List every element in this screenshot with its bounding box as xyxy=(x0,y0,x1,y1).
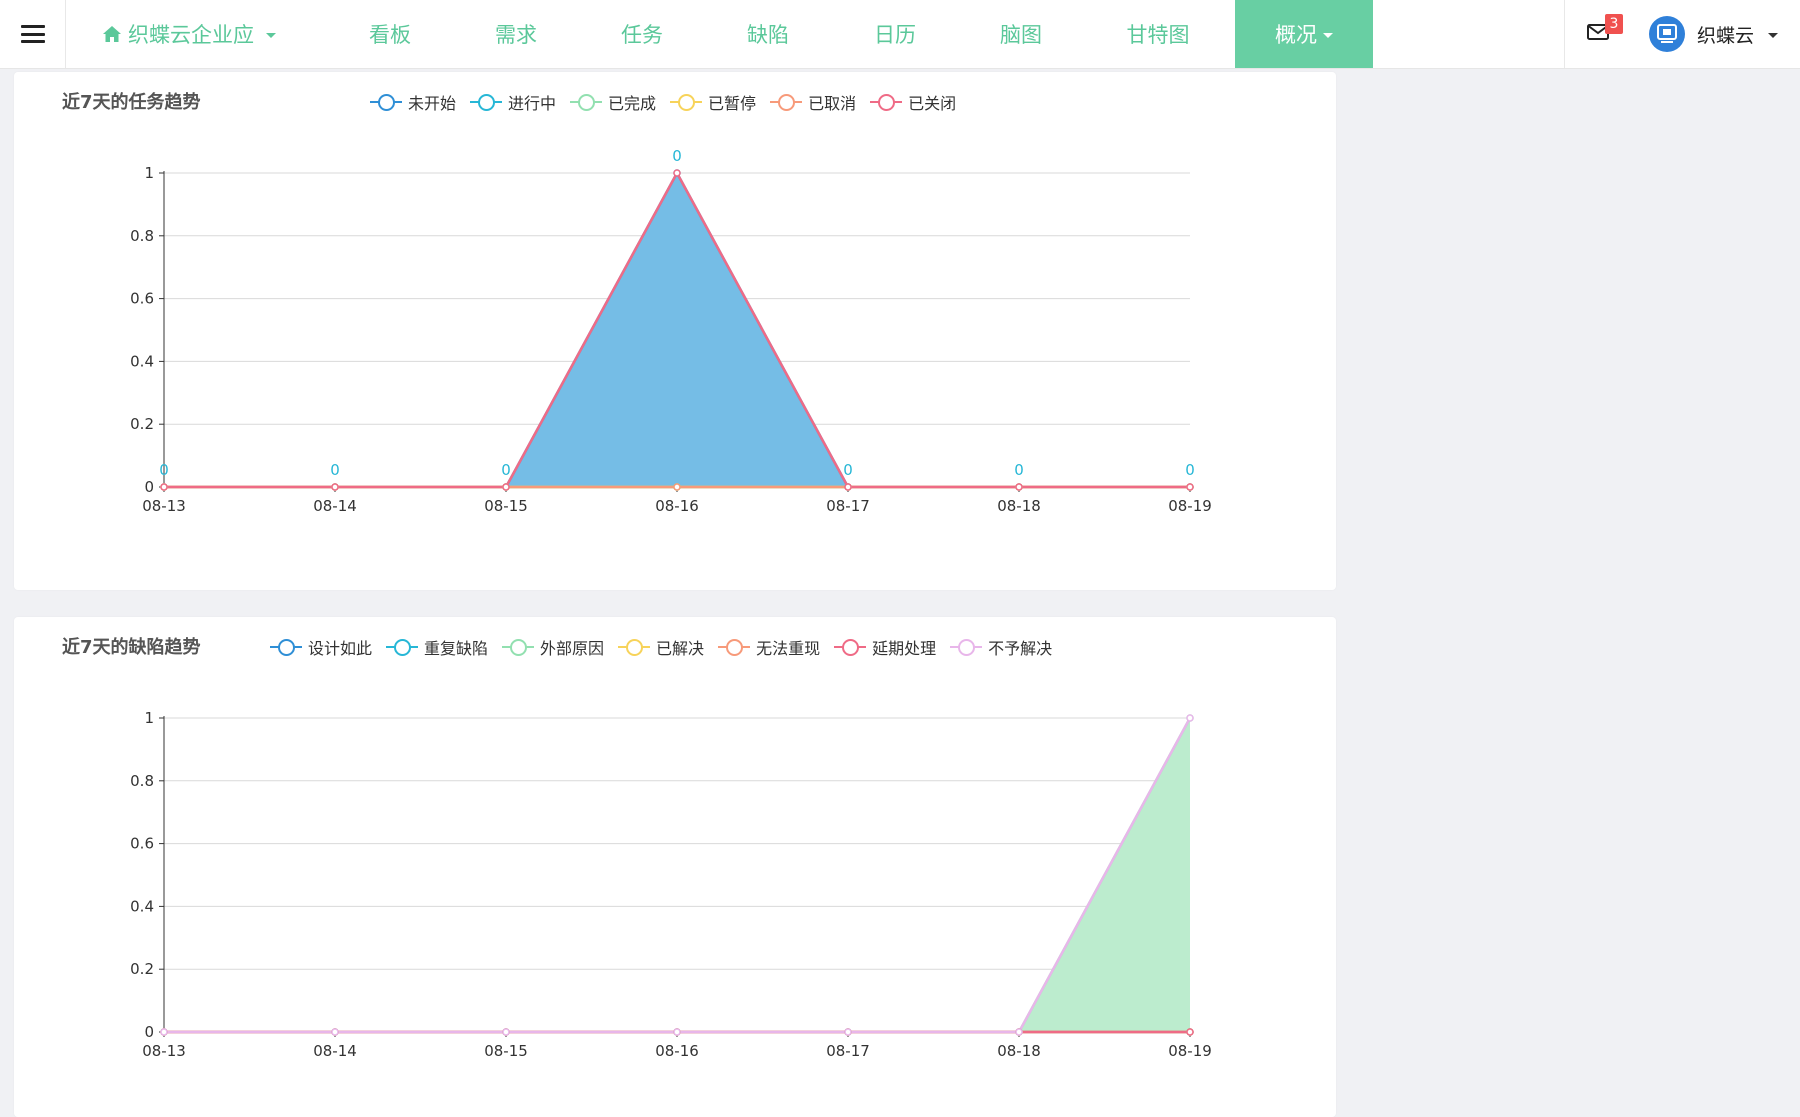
defect-trend-card: 近7天的缺陷趋势 设计如此 重复缺陷 外部原因 已解决 无法重现 延期处理 不予解决 0 0.… xyxy=(14,617,1336,1117)
hamburger-icon xyxy=(20,25,45,43)
x-tick-label: 08-19 xyxy=(1168,1042,1212,1060)
data-label: 0 xyxy=(1014,461,1024,479)
x-tick-label: 08-17 xyxy=(826,497,870,515)
data-point xyxy=(844,1028,852,1036)
y-tick-label: 0 xyxy=(144,478,154,496)
data-point xyxy=(844,483,852,491)
tab-kanban[interactable]: 看板 xyxy=(348,0,432,68)
data-label: 0 xyxy=(1185,461,1195,479)
series-area xyxy=(164,718,1190,1032)
logo-icon xyxy=(1657,24,1677,43)
app-switcher[interactable]: 织蝶云企业应 xyxy=(102,0,276,68)
data-point xyxy=(502,1028,510,1036)
y-tick-label: 1 xyxy=(144,709,154,727)
y-tick-label: 0.4 xyxy=(130,897,154,915)
x-tick-label: 08-18 xyxy=(997,497,1041,515)
data-point xyxy=(1015,1028,1023,1036)
x-tick-label: 08-15 xyxy=(484,1042,528,1060)
x-tick-label: 08-18 xyxy=(997,1042,1041,1060)
data-label: 0 xyxy=(330,461,340,479)
notification-badge: 3 xyxy=(1605,14,1623,34)
x-tick-label: 08-17 xyxy=(826,1042,870,1060)
task-trend-card: 近7天的任务趋势 未开始 进行中 已完成 已暂停 已取消 已关闭 0 0.2 0.4 0.6 0.… xyxy=(14,72,1336,590)
y-tick-label: 0.6 xyxy=(130,835,154,853)
data-point xyxy=(331,483,339,491)
tab-mindmap[interactable]: 脑图 xyxy=(979,0,1063,68)
data-point xyxy=(331,1028,339,1036)
y-tick-label: 0.8 xyxy=(130,772,154,790)
data-point xyxy=(673,1028,681,1036)
app-name-label: 织蝶云企业应 xyxy=(128,23,254,47)
x-tick-label: 08-19 xyxy=(1168,497,1212,515)
data-label: 0 xyxy=(501,461,511,479)
x-tick-label: 08-14 xyxy=(313,1042,357,1060)
y-tick-label: 0.2 xyxy=(130,415,154,433)
y-tick-label: 0.2 xyxy=(130,960,154,978)
data-label: 0 xyxy=(843,461,853,479)
x-tick-label: 08-16 xyxy=(655,497,699,515)
tab-overview-label: 概况 xyxy=(1275,23,1317,47)
series-line xyxy=(164,717,1192,1034)
chevron-down-icon xyxy=(1323,32,1333,38)
data-label: 0 xyxy=(672,147,682,165)
data-point xyxy=(673,169,681,177)
x-tick-label: 08-16 xyxy=(655,1042,699,1060)
tab-requirements[interactable]: 需求 xyxy=(474,0,558,68)
chevron-down-icon xyxy=(1768,32,1779,38)
series-area xyxy=(164,173,1190,487)
y-tick-label: 1 xyxy=(144,164,154,182)
x-tick-label: 08-13 xyxy=(142,1042,186,1060)
avatar[interactable] xyxy=(1649,16,1685,52)
username-label: 织蝶云 xyxy=(1697,24,1755,47)
y-tick-label: 0.6 xyxy=(130,290,154,308)
data-point xyxy=(160,1028,168,1036)
x-tick-label: 08-15 xyxy=(484,497,528,515)
chevron-down-icon xyxy=(266,32,276,38)
data-point xyxy=(160,483,168,491)
data-point xyxy=(1186,1028,1194,1036)
tab-gantt[interactable]: 甘特图 xyxy=(1110,0,1206,68)
defect-trend-chart: 0 0.2 0.4 0.6 0.8 1 08-13 08-14 08-15 08-16 08-17 0… xyxy=(130,709,1212,1060)
y-tick-label: 0 xyxy=(144,1023,154,1041)
series-line xyxy=(164,717,1192,1034)
tab-tasks[interactable]: 任务 xyxy=(600,0,684,68)
data-point xyxy=(1186,483,1194,491)
tab-overview[interactable]: 概况 xyxy=(1235,0,1373,68)
y-tick-label: 0.8 xyxy=(130,227,154,245)
task-trend-chart: 0 0.2 0.4 0.6 0.8 1 08-13 08-14 08-15 08-16 08-17 0… xyxy=(130,147,1212,515)
y-tick-label: 0.4 xyxy=(130,352,154,370)
tab-defects[interactable]: 缺陷 xyxy=(726,0,810,68)
menu-toggle-button[interactable] xyxy=(0,0,66,68)
user-menu[interactable]: 织蝶云 xyxy=(1697,0,1779,68)
data-point xyxy=(673,483,681,491)
user-area: 3 织蝶云 xyxy=(1564,0,1800,68)
x-tick-label: 08-13 xyxy=(142,497,186,515)
data-label: 0 xyxy=(159,461,169,479)
data-point xyxy=(502,483,510,491)
data-point xyxy=(1015,483,1023,491)
top-navbar: 织蝶云企业应 看板 需求 任务 缺陷 日历 脑图 甘特图 概况 3 织蝶云 xyxy=(0,0,1800,69)
tab-calendar[interactable]: 日历 xyxy=(853,0,937,68)
x-tick-label: 08-14 xyxy=(313,497,357,515)
data-point xyxy=(1186,714,1194,722)
home-icon xyxy=(103,26,121,42)
